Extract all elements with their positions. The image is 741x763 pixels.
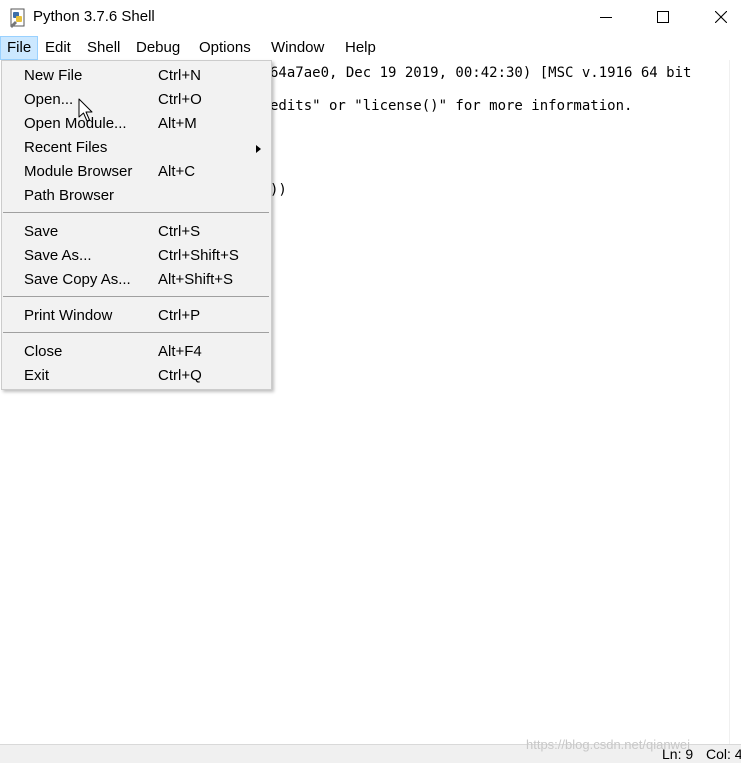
python-idle-icon <box>10 8 25 28</box>
menu-item-shortcut: Ctrl+S <box>158 223 201 240</box>
menu-separator <box>3 212 269 213</box>
menu-item-label: Save As... <box>24 247 92 264</box>
menu-item-shortcut: Alt+C <box>158 163 196 180</box>
file-dropdown-menu: New File Ctrl+N Open... Ctrl+O Open Modu… <box>1 60 272 390</box>
mouse-pointer-icon <box>78 98 93 122</box>
menu-options[interactable]: Options <box>193 36 257 60</box>
menu-edit[interactable]: Edit <box>39 36 77 60</box>
close-icon <box>715 10 727 23</box>
menu-item-shortcut: Ctrl+O <box>158 91 202 108</box>
menu-item-save-as[interactable]: Save As... Ctrl+Shift+S <box>2 244 271 268</box>
vertical-scrollbar[interactable] <box>729 60 730 744</box>
menu-item-label: Save Copy As... <box>24 271 131 288</box>
minimize-icon <box>600 16 612 18</box>
menu-item-label: Save <box>24 223 59 240</box>
menu-debug[interactable]: Debug <box>130 36 186 60</box>
menu-item-shortcut: Ctrl+N <box>158 67 201 84</box>
menu-bar: File Edit Shell Debug Options Window Hel… <box>0 36 741 60</box>
menu-item-shortcut: Ctrl+Q <box>158 367 202 384</box>
menu-help[interactable]: Help <box>339 36 382 60</box>
maximize-button[interactable] <box>640 0 686 33</box>
maximize-icon <box>657 10 669 23</box>
menu-shell[interactable]: Shell <box>81 36 126 60</box>
watermark-text: https://blog.csdn.net/qianwei <box>526 737 691 752</box>
menu-item-shortcut: Alt+Shift+S <box>158 271 234 288</box>
menu-item-label: Module Browser <box>24 163 133 180</box>
menu-item-path-browser[interactable]: Path Browser <box>2 184 271 208</box>
menu-item-exit[interactable]: Exit Ctrl+Q <box>2 364 271 388</box>
menu-item-shortcut: Ctrl+Shift+S <box>158 247 239 264</box>
shell-line: 64a7ae0, Dec 19 2019, 00:42:30) [MSC v.1… <box>270 65 692 81</box>
menu-separator <box>3 332 269 333</box>
menu-file[interactable]: File <box>0 36 38 60</box>
menu-item-label: Open Module... <box>24 115 127 132</box>
title-bar[interactable]: Python 3.7.6 Shell <box>0 0 741 35</box>
submenu-arrow-icon <box>256 145 261 153</box>
menu-item-label: Open... <box>24 91 74 108</box>
menu-item-shortcut: Ctrl+P <box>158 307 201 324</box>
idle-shell-window: Python 3.7.6 Shell File Edit Shell Debug… <box>0 0 741 763</box>
menu-item-module-browser[interactable]: Module Browser Alt+C <box>2 160 271 184</box>
menu-item-save[interactable]: Save Ctrl+S <box>2 220 271 244</box>
shell-line: )) <box>270 182 287 198</box>
menu-separator <box>3 296 269 297</box>
status-column-number: Col: 4 <box>706 746 741 762</box>
menu-item-save-copy-as[interactable]: Save Copy As... Alt+Shift+S <box>2 268 271 292</box>
menu-item-recent-files[interactable]: Recent Files <box>2 136 271 160</box>
menu-item-shortcut: Alt+M <box>158 115 197 132</box>
menu-window[interactable]: Window <box>265 36 330 60</box>
menu-item-label: Print Window <box>24 307 113 324</box>
menu-item-open-module[interactable]: Open Module... Alt+M <box>2 112 271 136</box>
minimize-button[interactable] <box>583 0 629 33</box>
menu-item-label: Path Browser <box>24 187 115 204</box>
menu-item-close[interactable]: Close Alt+F4 <box>2 340 271 364</box>
menu-item-open[interactable]: Open... Ctrl+O <box>2 88 271 112</box>
menu-item-new-file[interactable]: New File Ctrl+N <box>2 64 271 88</box>
menu-item-print-window[interactable]: Print Window Ctrl+P <box>2 304 271 328</box>
menu-item-label: Recent Files <box>24 139 108 156</box>
menu-item-label: New File <box>24 67 83 84</box>
menu-item-shortcut: Alt+F4 <box>158 343 202 360</box>
window-title: Python 3.7.6 Shell <box>33 8 155 25</box>
menu-item-label: Exit <box>24 367 50 384</box>
close-button[interactable] <box>698 0 741 33</box>
menu-item-label: Close <box>24 343 63 360</box>
shell-line: edits" or "license()" for more informati… <box>270 98 633 114</box>
